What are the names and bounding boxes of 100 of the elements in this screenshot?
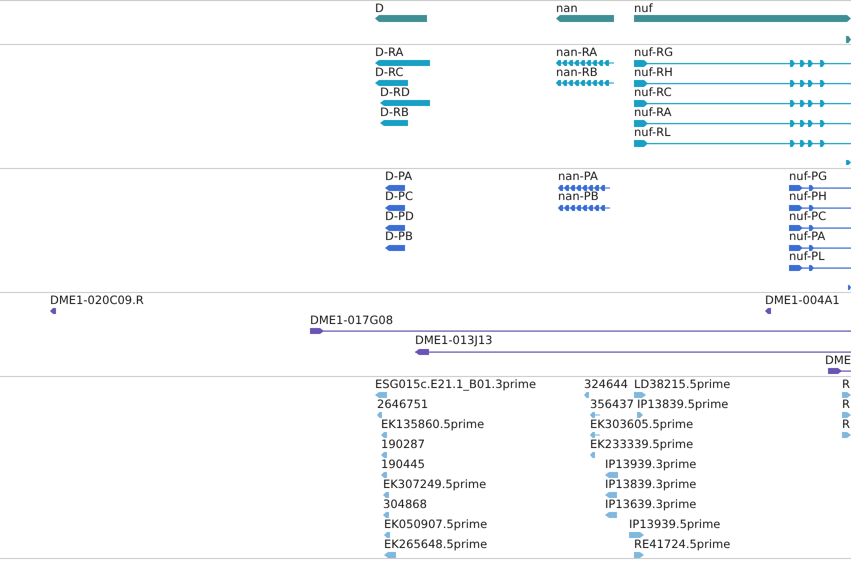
feature-label: LD38215.5prime (634, 378, 730, 391)
est-bar[interactable] (842, 432, 851, 438)
feature-label: 324644 (584, 378, 628, 391)
feature-label: 190445 (381, 458, 425, 471)
protein-bar[interactable] (789, 265, 851, 271)
est-bar[interactable] (381, 432, 387, 438)
feature-label: EK307249.5prime (383, 478, 486, 491)
clone-bar[interactable] (828, 368, 851, 374)
feature-label: IP13939.3prime (605, 458, 696, 471)
est-bar[interactable] (377, 412, 382, 418)
feature-label: R (842, 418, 850, 431)
protein-bar[interactable] (848, 285, 851, 290)
clone-bar[interactable] (765, 308, 771, 314)
feature-label: D-RC (375, 66, 404, 79)
feature-label: nuf-PH (789, 190, 827, 203)
feature-label: D-RB (380, 106, 409, 119)
est-bar[interactable] (590, 432, 600, 438)
est-bar[interactable] (842, 392, 851, 398)
feature-label: nan-PA (558, 170, 598, 183)
protein-bar[interactable] (385, 245, 405, 251)
feature-label: IP13839.3prime (605, 478, 696, 491)
feature-label: nuf-PG (789, 170, 827, 183)
transcript-bar[interactable] (634, 100, 851, 107)
feature-label: nan-RB (556, 66, 598, 79)
feature-label: D-RA (375, 46, 404, 59)
clone-bar[interactable] (50, 308, 56, 314)
protein-bar[interactable] (789, 245, 851, 251)
est-bar[interactable] (590, 452, 595, 458)
feature-label: R (842, 398, 850, 411)
clone-bar[interactable] (310, 328, 851, 334)
transcript-bar[interactable] (634, 120, 851, 127)
feature-label: D-PC (385, 190, 413, 203)
est-bar[interactable] (629, 532, 644, 538)
feature-label: 304868 (383, 498, 427, 511)
transcript-bar[interactable] (556, 80, 614, 86)
feature-label: D-PA (385, 170, 412, 183)
feature-label: DME1-013J13 (415, 334, 492, 347)
protein-bar[interactable] (385, 185, 405, 191)
gene-bar[interactable] (846, 36, 851, 43)
est-bar[interactable] (590, 412, 600, 418)
feature-label: IP13839.5prime (637, 398, 728, 411)
feature-label: nuf-PC (789, 210, 826, 223)
feature-label: ESG015c.E21.1_B01.3prime (375, 378, 536, 391)
protein-bar[interactable] (558, 205, 610, 211)
est-bar[interactable] (634, 552, 644, 558)
clone-bar[interactable] (415, 349, 851, 355)
protein-bar[interactable] (385, 225, 405, 231)
protein-bar[interactable] (789, 225, 851, 231)
feature-label: nan (556, 2, 578, 15)
gene-bar[interactable] (556, 15, 614, 22)
feature-label: EK265648.5prime (384, 538, 488, 551)
est-bar[interactable] (381, 452, 387, 458)
transcript-bar[interactable] (634, 140, 851, 147)
feature-label: DME1-004A1 (765, 294, 840, 307)
est-bar[interactable] (605, 492, 617, 498)
feature-label: nan-PB (558, 190, 599, 203)
est-bar[interactable] (383, 512, 389, 518)
feature-label: DME1-020C09.R (50, 294, 144, 307)
feature-label: nuf-RH (634, 66, 673, 79)
feature-label: nan-RA (556, 46, 598, 59)
feature-label: 2646751 (377, 398, 428, 411)
feature-label: nuf (634, 2, 653, 15)
protein-bar[interactable] (385, 205, 405, 211)
transcript-bar[interactable] (375, 80, 408, 86)
est-bar[interactable] (605, 512, 617, 518)
est-bar[interactable] (842, 412, 851, 418)
transcript-bar[interactable] (380, 100, 430, 106)
feature-label: IP13639.3prime (605, 498, 696, 511)
transcript-bar[interactable] (634, 60, 851, 67)
feature-label: EK135860.5prime (381, 418, 484, 431)
feature-label: nuf-PL (789, 250, 824, 263)
transcript-bar[interactable] (634, 80, 851, 87)
transcript-bar[interactable] (380, 120, 408, 126)
feature-label: IP13939.5prime (629, 518, 720, 531)
feature-label: DME1-017G08 (310, 314, 394, 327)
protein-bar[interactable] (789, 205, 851, 211)
est-bar[interactable] (383, 492, 389, 498)
feature-label: 190287 (381, 438, 425, 451)
feature-label: R (842, 378, 850, 391)
est-bar[interactable] (384, 532, 390, 538)
est-bar[interactable] (584, 392, 589, 398)
feature-label: DME (825, 354, 851, 367)
protein-bar[interactable] (789, 185, 851, 191)
est-bar[interactable] (381, 472, 387, 478)
feature-label: nuf-PA (789, 230, 826, 243)
est-bar[interactable] (384, 552, 396, 558)
est-bar[interactable] (375, 392, 387, 398)
feature-label: 356437 (590, 398, 634, 411)
transcript-bar[interactable] (846, 160, 851, 165)
est-bar[interactable] (637, 412, 643, 418)
transcript-bar[interactable] (556, 60, 614, 66)
est-bar[interactable] (605, 472, 618, 478)
feature-label: nuf-RC (634, 86, 672, 99)
transcript-bar[interactable] (375, 60, 430, 66)
feature-label: D (375, 2, 384, 15)
protein-bar[interactable] (558, 185, 610, 191)
gene-bar[interactable] (375, 15, 427, 22)
est-bar[interactable] (634, 392, 646, 398)
feature-label: EK050907.5prime (384, 518, 488, 531)
feature-label: D-PD (385, 210, 414, 223)
